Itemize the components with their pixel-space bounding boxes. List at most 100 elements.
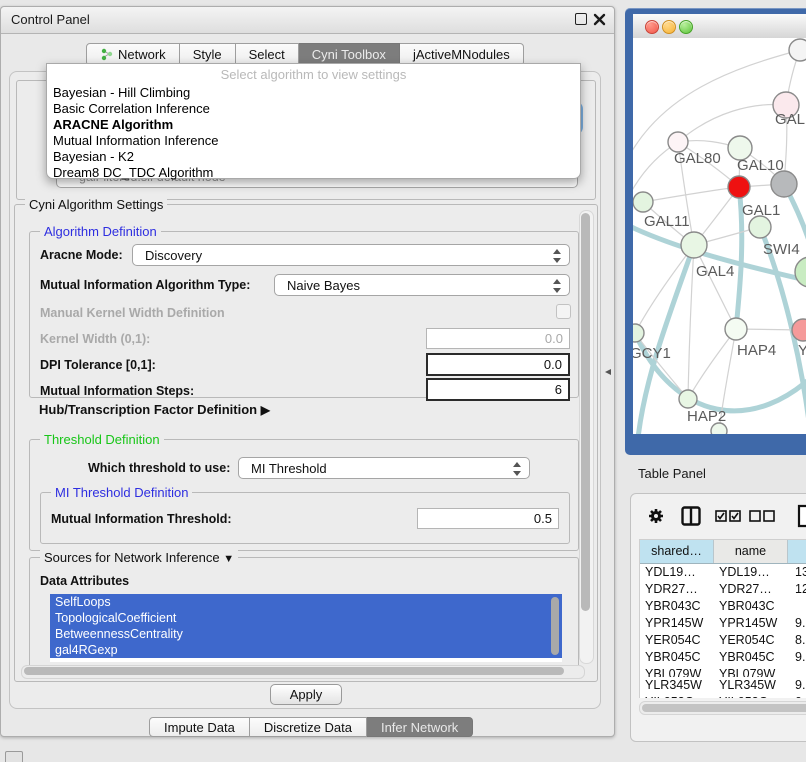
threshold-definition-group: Threshold Definition Which threshold to … xyxy=(29,439,579,551)
chevron-right-icon: ▶ xyxy=(261,403,270,417)
table-panel-title: Table Panel xyxy=(638,466,706,481)
node-label: HAP2 xyxy=(687,408,726,425)
network-node-gal4[interactable] xyxy=(681,232,707,258)
tab-discretize-data[interactable]: Discretize Data xyxy=(250,717,367,737)
data-attributes-list[interactable]: SelfLoops TopologicalCoefficient Between… xyxy=(50,594,562,662)
node-label: GAL80 xyxy=(674,150,721,167)
docked-panel-icon[interactable] xyxy=(5,751,23,762)
which-threshold-combo[interactable]: MI Threshold xyxy=(238,457,530,479)
table-horizontal-scrollbar-thumb[interactable] xyxy=(642,704,806,712)
mi-steps-label: Mutual Information Steps: xyxy=(40,384,194,398)
menu-item-bayesian-k2[interactable]: Bayesian - K2 xyxy=(51,149,573,165)
node-label: GCY1 xyxy=(633,345,671,362)
node-label: GAL11 xyxy=(644,213,690,230)
list-item[interactable]: BetweennessCentrality xyxy=(50,626,562,642)
sources-title: Sources for Network Inference ▼ xyxy=(40,550,238,565)
mi-threshold-definition-group: MI Threshold Definition Mutual Informati… xyxy=(40,492,570,544)
mi-threshold-definition-title: MI Threshold Definition xyxy=(51,485,192,500)
network-node-gray[interactable] xyxy=(771,171,797,197)
settings-vertical-scrollbar-thumb[interactable] xyxy=(581,213,590,611)
aracne-mode-label: Aracne Mode: xyxy=(40,248,123,262)
mi-threshold-field[interactable]: 0.5 xyxy=(417,508,559,529)
kernel-width-label: Kernel Width (0,1): xyxy=(40,332,150,346)
table-horizontal-scrollbar[interactable] xyxy=(639,701,806,715)
chevron-down-icon[interactable]: ▼ xyxy=(223,553,234,565)
list-item[interactable]: gal4RGexp xyxy=(50,642,562,658)
tab-impute-data[interactable]: Impute Data xyxy=(149,717,250,737)
network-node-gcy1[interactable] xyxy=(633,324,644,342)
network-node[interactable] xyxy=(789,39,806,61)
list-scrollbar-thumb[interactable] xyxy=(551,597,559,655)
control-panel-title: Control Panel xyxy=(11,12,90,27)
menu-item-aracne[interactable]: ARACNE Algorithm xyxy=(51,117,573,133)
list-item[interactable]: TopologicalCoefficient xyxy=(50,610,562,626)
menu-item-bayesian-hill-climbing[interactable]: Bayesian - Hill Climbing xyxy=(51,85,573,101)
manual-kernel-width-checkbox[interactable] xyxy=(556,304,571,319)
kernel-width-field[interactable]: 0.0 xyxy=(426,328,570,349)
table-body-overflow: YLR345WYLR345W9. YIL052CYIL052C0. xyxy=(640,677,806,698)
manual-kernel-width-label: Manual Kernel Width Definition xyxy=(40,306,225,320)
network-node-hap4[interactable] xyxy=(725,318,747,340)
list-item[interactable]: SelfLoops xyxy=(50,594,562,610)
settings-horizontal-scrollbar[interactable] xyxy=(21,665,585,679)
settings-vertical-scrollbar[interactable] xyxy=(579,210,594,664)
deselect-all-checkboxes-icon[interactable] xyxy=(749,510,775,522)
cyni-algorithm-settings-group: Cyni Algorithm Settings Algorithm Defini… xyxy=(14,204,598,682)
sources-group: Sources for Network Inference ▼ Data Att… xyxy=(29,557,579,674)
network-node-gal11[interactable] xyxy=(633,192,653,212)
node-label: SWI4 xyxy=(763,241,800,258)
data-attributes-label: Data Attributes xyxy=(40,574,129,588)
menu-item-dream8[interactable]: Dream8 DC_TDC Algorithm xyxy=(51,165,573,181)
apply-button[interactable]: Apply xyxy=(270,684,342,705)
network-node-swi4[interactable] xyxy=(749,216,771,238)
select-all-checkboxes-icon[interactable] xyxy=(715,510,741,522)
new-table-icon[interactable] xyxy=(797,504,806,528)
algorithm-dropdown-popup: Select algorithm to view settings Bayesi… xyxy=(46,63,581,179)
threshold-definition-title: Threshold Definition xyxy=(40,432,164,447)
mi-threshold-label: Mutual Information Threshold: xyxy=(51,512,232,526)
node-label: GAL4 xyxy=(696,263,734,280)
gear-icon[interactable] xyxy=(647,507,665,525)
node-label: HAP4 xyxy=(737,342,776,359)
float-window-icon[interactable] xyxy=(575,13,587,25)
mi-algorithm-type-combo[interactable]: Naive Bayes xyxy=(274,274,570,296)
menu-item-basic-correlation[interactable]: Basic Correlation Inference xyxy=(51,101,573,117)
node-label: GAL10 xyxy=(737,157,784,174)
network-node-gal80[interactable] xyxy=(668,132,688,152)
network-window: GAL GAL80 GAL10 GAL1 GAL11 SWI4 GAL4 HAP… xyxy=(625,8,806,455)
which-threshold-label: Which threshold to use: xyxy=(88,461,230,475)
stepper-arrows-icon xyxy=(552,279,560,293)
minimize-traffic-light-icon[interactable] xyxy=(662,20,676,34)
screen: Control Panel Network Style Select Cyni … xyxy=(0,0,806,762)
close-icon[interactable] xyxy=(593,13,606,26)
table-header-row: shared… name xyxy=(640,540,806,564)
node-label: GAL xyxy=(775,111,805,128)
close-traffic-light-icon[interactable] xyxy=(645,20,659,34)
settings-horizontal-scrollbar-thumb[interactable] xyxy=(24,667,564,675)
aracne-mode-combo[interactable]: Discovery xyxy=(132,244,570,266)
menu-item-mutual-information[interactable]: Mutual Information Inference xyxy=(51,133,573,149)
network-node-gal1-selected[interactable] xyxy=(728,176,750,198)
tab-infer-network[interactable]: Infer Network xyxy=(367,717,473,737)
network-node[interactable] xyxy=(795,257,806,287)
node-table: shared… name YDL19…YDL19…13 YDR27…YDR27…… xyxy=(639,539,806,698)
bottom-tabbar: Impute Data Discretize Data Infer Networ… xyxy=(149,717,473,737)
mi-steps-field[interactable]: 6 xyxy=(426,378,570,401)
column-layout-icon[interactable] xyxy=(681,506,701,526)
column-header-partial[interactable] xyxy=(788,540,806,563)
mi-algorithm-type-label: Mutual Information Algorithm Type: xyxy=(40,278,250,292)
table-panel: shared… name YDL19…YDL19…13 YDR27…YDR27…… xyxy=(630,493,806,742)
dpi-tolerance-field[interactable]: 0.0 xyxy=(426,353,570,376)
column-header-shared-name[interactable]: shared… xyxy=(640,540,714,563)
column-header-name[interactable]: name xyxy=(714,540,788,563)
stepper-arrows-icon xyxy=(552,249,560,263)
dpi-tolerance-label: DPI Tolerance [0,1]: xyxy=(40,358,156,372)
network-canvas[interactable]: GAL GAL80 GAL10 GAL1 GAL11 SWI4 GAL4 HAP… xyxy=(633,38,806,434)
mouse-cursor xyxy=(603,367,613,377)
network-node-hap2[interactable] xyxy=(679,390,697,408)
hub-definition-toggle[interactable]: Hub/Transcription Factor Definition ▶ xyxy=(39,402,270,417)
network-icon xyxy=(100,48,113,61)
algorithm-dropdown-prompt: Select algorithm to view settings xyxy=(47,67,580,82)
control-panel-window: Control Panel Network Style Select Cyni … xyxy=(0,6,615,737)
zoom-traffic-light-icon[interactable] xyxy=(679,20,693,34)
